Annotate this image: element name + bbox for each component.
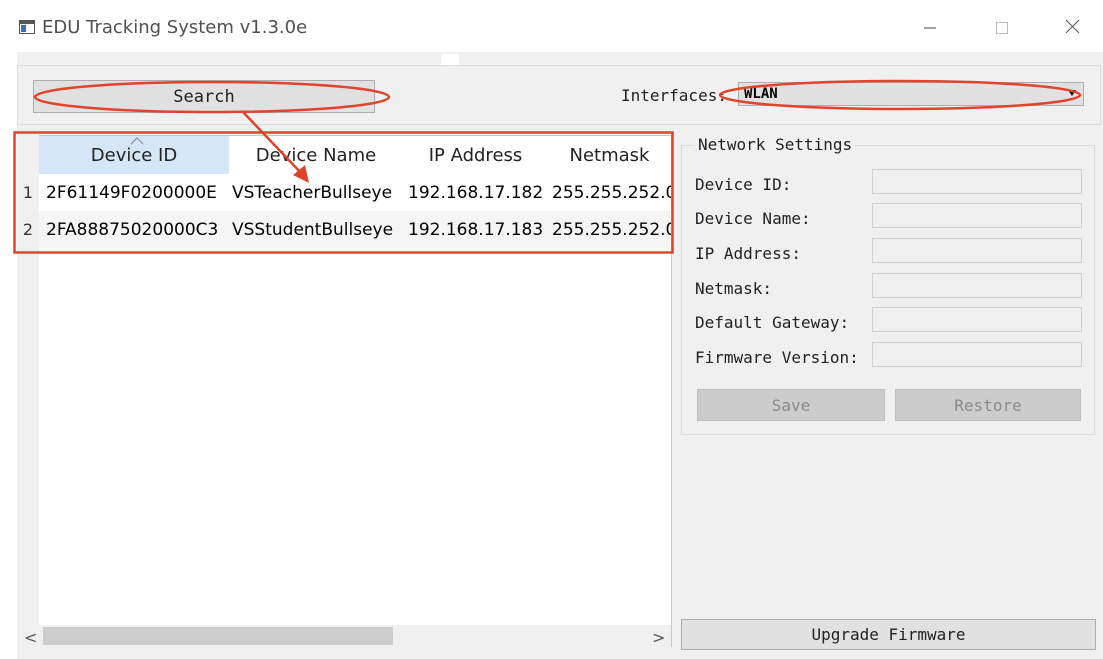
- cell-device-id[interactable]: 2FA88875020000C3: [46, 211, 229, 248]
- device-name-field[interactable]: [872, 203, 1082, 228]
- field-label-default-gateway: Default Gateway:: [695, 313, 850, 332]
- cell-netmask[interactable]: 255.255.252.0: [552, 211, 671, 248]
- app-window-icon: [19, 20, 35, 34]
- scroll-right-icon[interactable]: >: [652, 628, 665, 647]
- interfaces-value: WLAN: [744, 86, 778, 102]
- scroll-left-icon[interactable]: <: [24, 628, 37, 647]
- upgrade-firmware-button[interactable]: Upgrade Firmware: [681, 619, 1096, 650]
- restore-button[interactable]: Restore: [895, 389, 1081, 421]
- row-number: 2: [22, 220, 34, 239]
- sort-ascending-icon: [130, 137, 144, 145]
- column-header-label: Device Name: [255, 144, 377, 166]
- interfaces-select[interactable]: WLAN: [738, 82, 1084, 106]
- save-button[interactable]: Save: [697, 389, 885, 421]
- netmask-field[interactable]: [872, 273, 1082, 298]
- row-number: 1: [22, 183, 34, 202]
- cell-netmask[interactable]: 255.255.252.0: [552, 174, 671, 211]
- scrollbar-thumb[interactable]: [43, 627, 393, 645]
- cell-ip-address[interactable]: 192.168.17.183: [408, 211, 548, 248]
- cell-device-name[interactable]: VSTeacherBullseye: [232, 174, 403, 211]
- column-header-label: Netmask: [569, 144, 650, 166]
- firmware-version-field[interactable]: [872, 342, 1082, 367]
- column-header-device-name[interactable]: Device Name: [229, 136, 403, 174]
- field-label-firmware-version: Firmware Version:: [695, 348, 859, 367]
- column-header-netmask[interactable]: Netmask: [548, 136, 671, 174]
- minimize-icon[interactable]: [915, 14, 945, 40]
- field-label-device-id: Device ID:: [695, 175, 792, 194]
- cell-device-id[interactable]: 2F61149F0200000E: [46, 174, 229, 211]
- cell-device-name[interactable]: VSStudentBullseye: [232, 211, 403, 248]
- dropdown-arrow-icon[interactable]: [1067, 88, 1077, 98]
- close-icon[interactable]: [1058, 14, 1088, 40]
- column-header-label: IP Address: [428, 144, 523, 166]
- ip-address-field[interactable]: [872, 238, 1082, 263]
- search-button[interactable]: Search: [33, 80, 375, 113]
- field-label-netmask: Netmask:: [695, 279, 773, 298]
- cell-ip-address[interactable]: 192.168.17.182: [408, 174, 548, 211]
- interfaces-label: Interfaces:: [621, 86, 727, 105]
- field-label-device-name: Device Name:: [695, 209, 811, 228]
- device-id-field[interactable]: [872, 169, 1082, 194]
- column-header-label: Device ID: [90, 144, 178, 166]
- column-header-ip-address[interactable]: IP Address: [403, 136, 548, 174]
- maximize-icon[interactable]: [987, 14, 1017, 40]
- default-gateway-field[interactable]: [872, 307, 1082, 332]
- window-title: EDU Tracking System v1.3.0e: [42, 17, 308, 38]
- title-bar: EDU Tracking System v1.3.0e: [0, 0, 1103, 52]
- field-label-ip-address: IP Address:: [695, 244, 801, 263]
- network-settings-title: Network Settings: [695, 135, 856, 154]
